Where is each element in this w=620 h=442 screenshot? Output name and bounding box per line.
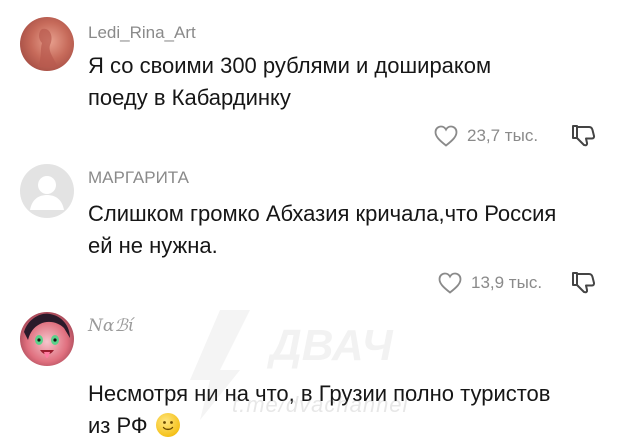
heart-icon: [438, 272, 462, 294]
user-avatar-default[interactable]: [20, 164, 74, 218]
watermark-text: t.me/dvachannel: [232, 392, 409, 417]
username[interactable]: Nαℬί: [88, 316, 134, 336]
user-avatar-anime[interactable]: [20, 312, 74, 366]
like-count: 13,9 тыс.: [471, 273, 543, 292]
username[interactable]: МАРГАРИТА: [88, 168, 189, 188]
dislike-icon[interactable]: [570, 122, 598, 148]
user-avatar-ledi-rina-art[interactable]: [20, 17, 74, 71]
heart-icon: [434, 125, 458, 147]
dislike-icon[interactable]: [570, 269, 598, 295]
username[interactable]: Ledi_Rina_Art: [88, 23, 196, 43]
like-button[interactable]: 23,7 тыс.: [433, 124, 538, 148]
comment-text: Слишком громко Абхазия кричала,что Росси…: [88, 201, 557, 258]
slightly-smiling-face-icon: [155, 413, 180, 437]
comment-text: Я со своими 300 рублями и дошираком поед…: [88, 53, 492, 110]
like-button[interactable]: 13,9 тыс.: [437, 271, 542, 295]
like-count: 23,7 тыс.: [467, 126, 539, 145]
